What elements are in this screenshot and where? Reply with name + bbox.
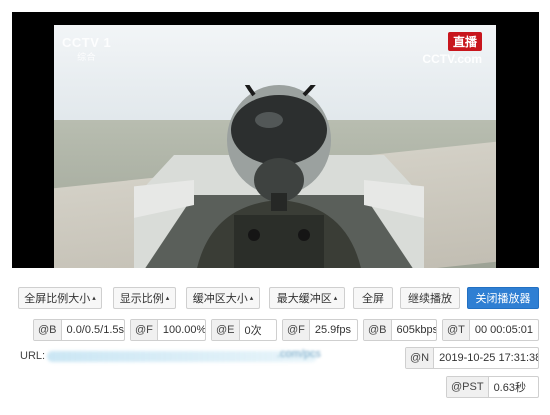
fullscreen-button[interactable]: 全屏 xyxy=(353,287,393,309)
caret-up-icon: ▴ xyxy=(333,294,338,302)
stat-value: 0次 xyxy=(244,325,262,337)
stat-value: 2019-10-25 17:31:38 xyxy=(439,352,539,364)
caret-up-icon: ▴ xyxy=(92,294,96,302)
channel-logo-text: CCTV 1 xyxy=(62,35,112,50)
channel-logo: CCTV 1 综合 xyxy=(62,35,111,63)
fullscreen-ratio-label: 全屏比例大小 xyxy=(24,292,91,305)
stat-framerate: @F 25.9fps xyxy=(282,319,358,341)
stat-buffer-time: @B 0.0/0.5/1.5s xyxy=(33,319,125,341)
stat-play-time: @T 00 00:05:01 xyxy=(442,319,539,341)
live-site-logo: CCTV.com xyxy=(422,52,482,66)
stat-key: @F xyxy=(283,320,310,340)
stat-value: 605kbps xyxy=(396,324,437,336)
display-ratio-button[interactable]: 显示比例 ▴ xyxy=(113,287,176,309)
max-buffer-button[interactable]: 最大缓冲区 ▴ xyxy=(269,287,345,309)
close-player-button[interactable]: 关闭播放器 xyxy=(467,287,539,309)
caret-up-icon: ▴ xyxy=(249,294,254,302)
stat-value: 00 00:05:01 xyxy=(474,324,534,336)
caret-up-icon: ▴ xyxy=(165,294,170,302)
pilot-cockpit-image xyxy=(134,85,424,268)
fullscreen-ratio-button[interactable]: 全屏比例大小 ▴ xyxy=(18,287,102,309)
url-field[interactable]: .com/pcs xyxy=(47,348,397,364)
stat-value: 0.0/0.5/1.5s xyxy=(66,324,125,336)
continue-play-button[interactable]: 继续播放 xyxy=(400,287,460,309)
stat-key: @E xyxy=(212,320,240,340)
stat-key: @B xyxy=(364,320,392,340)
live-tag: 直播 xyxy=(447,32,482,51)
live-badge: 直播 CCTV.com xyxy=(422,32,482,66)
stat-value: 100.00% xyxy=(162,324,206,336)
stat-percentage: @F 100.00% xyxy=(130,319,206,341)
close-player-label: 关闭播放器 xyxy=(475,292,531,305)
stat-key: @PST xyxy=(447,377,489,397)
stat-key: @F xyxy=(131,320,158,340)
stat-key: @N xyxy=(406,348,435,368)
stat-error-count: @E 0次 xyxy=(211,319,277,341)
url-fragment: .com/pcs xyxy=(277,348,322,360)
url-label: URL: xyxy=(20,350,46,362)
stat-bitrate: @B 605kbps xyxy=(363,319,437,341)
stat-key: @T xyxy=(443,320,470,340)
buffer-size-button[interactable]: 缓冲区大小 ▴ xyxy=(186,287,260,309)
max-buffer-label: 最大缓冲区 xyxy=(276,292,332,305)
video-frame[interactable]: CCTV 1 综合 直播 CCTV.com xyxy=(54,25,496,268)
channel-logo-subtext: 综合 xyxy=(77,52,97,62)
buffer-size-label: 缓冲区大小 xyxy=(192,292,248,305)
video-player[interactable]: CCTV 1 综合 直播 CCTV.com xyxy=(12,12,539,268)
stat-now-time: @N 2019-10-25 17:31:38 xyxy=(405,347,539,369)
stat-value: 0.63秒 xyxy=(493,382,526,394)
continue-play-label: 继续播放 xyxy=(408,292,452,305)
stat-value: 25.9fps xyxy=(314,324,351,336)
display-ratio-label: 显示比例 xyxy=(119,292,164,305)
fullscreen-label: 全屏 xyxy=(362,292,384,305)
stat-pst: @PST 0.63秒 xyxy=(446,376,539,398)
stat-key: @B xyxy=(34,320,62,340)
